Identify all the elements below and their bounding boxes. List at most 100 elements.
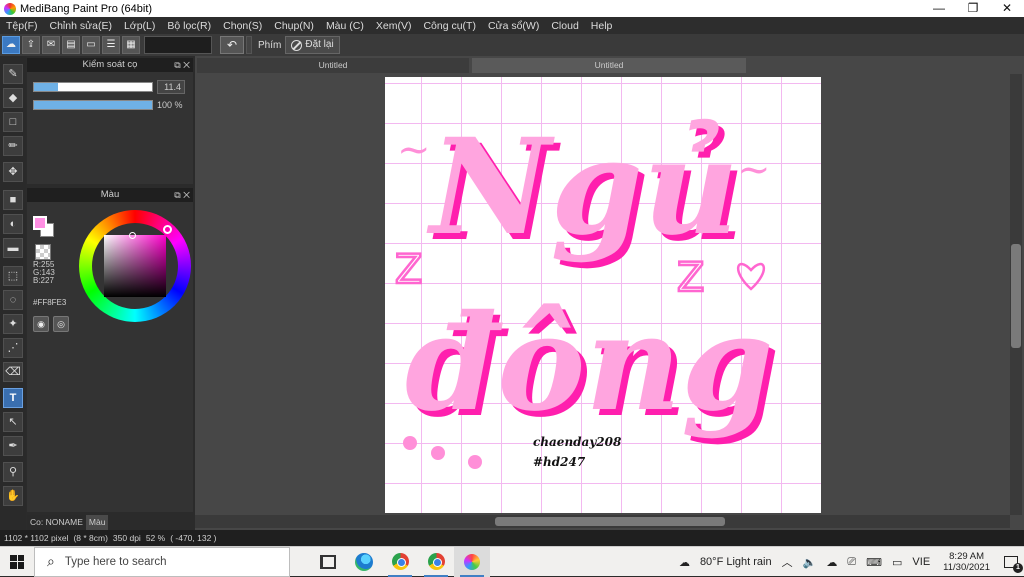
- cloud-icon[interactable]: ☁: [2, 36, 20, 54]
- toolbar-handle[interactable]: [246, 36, 252, 54]
- transparent-color-swatch[interactable]: [35, 244, 51, 260]
- status-bar: 1102 * 1102 pixel (8 * 8cm) 350 dpi 52 %…: [0, 530, 1024, 546]
- eraser-tool-icon[interactable]: ◆: [3, 88, 23, 108]
- dot-tool-icon[interactable]: ✏: [3, 136, 23, 156]
- sv-handle[interactable]: [129, 232, 136, 239]
- move-tool-icon[interactable]: ✥: [3, 162, 23, 182]
- select-pen-tool-icon[interactable]: ⋰: [3, 338, 23, 358]
- reset-button[interactable]: Đặt lại: [285, 36, 340, 54]
- chat-icon[interactable]: ▤: [62, 36, 80, 54]
- panel-controls[interactable]: ⧉ ✕: [174, 58, 190, 72]
- tab-color[interactable]: Màu: [85, 515, 109, 530]
- edge-button[interactable]: [346, 547, 382, 577]
- page-icon[interactable]: ▭: [82, 36, 100, 54]
- bucket-tool-icon[interactable]: ◐: [3, 214, 23, 234]
- status-pixel-size: 1102 * 1102 pixel: [4, 533, 69, 543]
- reset-label: Đặt lại: [305, 39, 334, 50]
- signature-name: chaenday208: [533, 435, 622, 449]
- list-icon[interactable]: ☰: [102, 36, 120, 54]
- saturation-value-box[interactable]: [104, 235, 166, 297]
- vertical-scroll-thumb[interactable]: [1011, 244, 1021, 348]
- palette-icon[interactable]: ◉: [33, 316, 49, 332]
- foreground-color-swatch[interactable]: [33, 216, 47, 230]
- hue-handle[interactable]: [163, 225, 172, 234]
- panel-controls[interactable]: ⧉ ✕: [174, 188, 190, 202]
- notification-icon[interactable]: 1: [1004, 556, 1023, 573]
- menu-cloud[interactable]: Cloud: [545, 20, 584, 32]
- language-indicator[interactable]: VIE: [907, 556, 935, 568]
- palette-settings-icon[interactable]: ◎: [53, 316, 69, 332]
- weather-text[interactable]: 80°F Light rain: [695, 556, 777, 568]
- brush-tool-icon[interactable]: ✎: [3, 64, 23, 84]
- network-icon[interactable]: ⎚: [842, 556, 861, 569]
- gradient-tool-icon[interactable]: ▬: [3, 238, 23, 258]
- menu-filter[interactable]: Bộ lọc(R): [161, 20, 217, 32]
- menu-snap[interactable]: Chụp(N): [268, 20, 320, 32]
- tab-brush-noname[interactable]: Co: NONAME: [27, 515, 86, 530]
- pen-tool-icon[interactable]: ✒: [3, 436, 23, 456]
- vertical-scrollbar[interactable]: [1010, 74, 1022, 515]
- undo-button[interactable]: ↶: [220, 36, 244, 54]
- volume-icon[interactable]: 🔈: [798, 556, 822, 569]
- shape-tool-icon[interactable]: □: [3, 112, 23, 132]
- doc-tab-2[interactable]: Untitled: [472, 58, 746, 73]
- clock[interactable]: 8:29 AM 11/30/2021: [935, 551, 998, 573]
- horizontal-scroll-thumb[interactable]: [495, 517, 725, 526]
- toolbar-field[interactable]: [144, 36, 212, 54]
- menu-view[interactable]: Xem(V): [370, 20, 418, 32]
- grid-icon[interactable]: ▦: [122, 36, 140, 54]
- drawing-canvas[interactable]: ~ ~ Z Z Ngủ Ngủ đông đông chaenday208 #h…: [385, 77, 821, 513]
- display-icon[interactable]: ▭: [887, 556, 907, 569]
- medibang-button[interactable]: [454, 546, 490, 577]
- text-tool-icon[interactable]: T: [3, 388, 23, 408]
- dot-2: [431, 446, 445, 460]
- chrome-button-1[interactable]: [382, 547, 418, 577]
- menu-window[interactable]: Cửa sổ(W): [482, 20, 545, 32]
- brush-size-value[interactable]: 11.4: [157, 80, 185, 94]
- task-view-icon: [320, 554, 336, 569]
- menu-help[interactable]: Help: [585, 20, 619, 32]
- chevron-up-icon[interactable]: ︿: [777, 554, 798, 570]
- comment-icon[interactable]: ✉: [42, 36, 60, 54]
- menu-tools[interactable]: Công cụ(T): [417, 20, 482, 32]
- brush-size-slider[interactable]: [33, 82, 153, 92]
- windows-icon: [10, 554, 24, 569]
- hand-tool-icon[interactable]: ✋: [3, 486, 23, 506]
- task-view-button[interactable]: [310, 547, 346, 577]
- maximize-button[interactable]: ❐: [956, 0, 990, 17]
- menu-select[interactable]: Chọn(S): [217, 20, 268, 32]
- minimize-button[interactable]: —: [922, 0, 956, 17]
- lasso-tool-icon[interactable]: ◌: [3, 290, 23, 310]
- menu-edit[interactable]: Chỉnh sửa(E): [44, 20, 118, 32]
- operation-tool-icon[interactable]: ↖: [3, 412, 23, 432]
- brush-size-fill: [34, 83, 58, 91]
- title-line2: đông: [405, 286, 774, 441]
- chrome-button-2[interactable]: [418, 547, 454, 577]
- horizontal-scrollbar[interactable]: [195, 515, 1010, 528]
- onedrive-icon[interactable]: ☁: [821, 556, 842, 569]
- menu-color[interactable]: Màu (C): [320, 20, 370, 32]
- select-rect-tool-icon[interactable]: ⬚: [3, 266, 23, 286]
- eyedropper-tool-icon[interactable]: ⚲: [3, 462, 23, 482]
- clock-time: 8:29 AM: [949, 551, 984, 562]
- magic-wand-tool-icon[interactable]: ✦: [3, 314, 23, 334]
- close-button[interactable]: ✕: [990, 0, 1024, 17]
- color-wheel[interactable]: [79, 210, 191, 322]
- toolbar: ☁ ⇪ ✉ ▤ ▭ ☰ ▦ ↶ Phím Đặt lại: [0, 34, 1024, 56]
- color-b-value: B:227: [33, 276, 54, 285]
- doc-tab-1[interactable]: Untitled: [197, 58, 469, 73]
- brush-opacity-value: 100 %: [157, 100, 183, 110]
- menu-bar: Tệp(F) Chỉnh sửa(E) Lớp(L) Bộ lọc(R) Chọ…: [0, 17, 1024, 34]
- share-icon[interactable]: ⇪: [22, 36, 40, 54]
- menu-file[interactable]: Tệp(F): [0, 20, 44, 32]
- search-placeholder: Type here to search: [64, 555, 167, 568]
- rect-fill-tool-icon[interactable]: ■: [3, 190, 23, 210]
- weather-icon[interactable]: ☁: [674, 556, 695, 569]
- menu-layer[interactable]: Lớp(L): [118, 20, 161, 32]
- select-eraser-tool-icon[interactable]: ⌫: [3, 362, 23, 382]
- start-button[interactable]: [0, 547, 34, 577]
- chrome-icon: [427, 553, 445, 570]
- taskbar-search[interactable]: ⌕ Type here to search: [34, 546, 290, 577]
- brush-opacity-slider[interactable]: [33, 100, 153, 110]
- keyboard-icon[interactable]: ⌨: [861, 556, 887, 569]
